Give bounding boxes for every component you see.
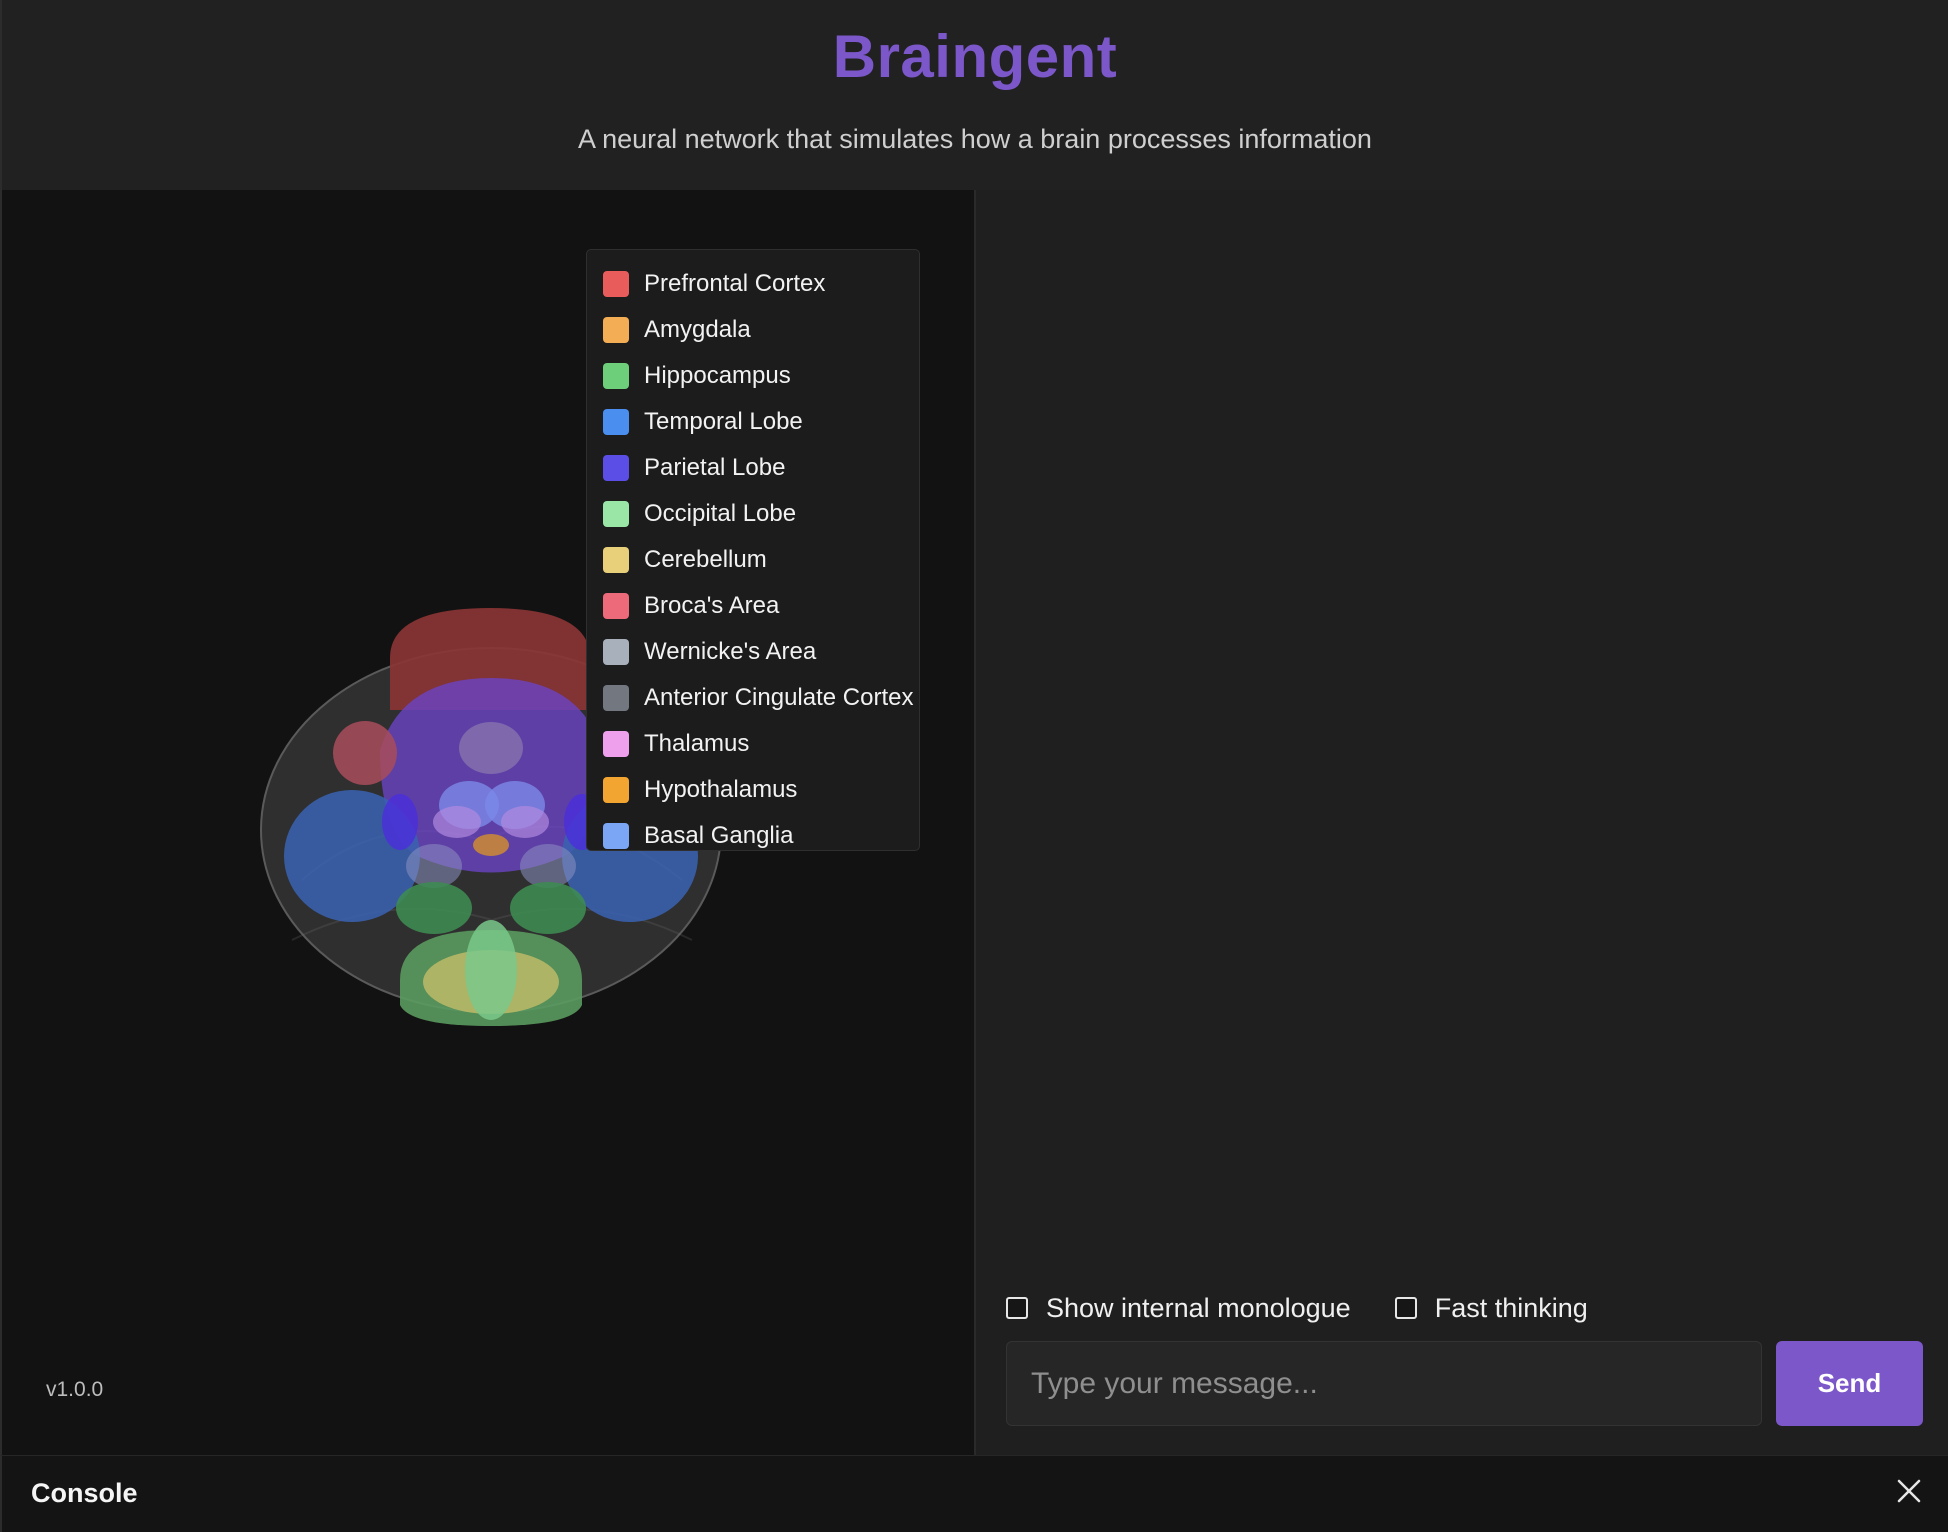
legend-swatch	[603, 501, 629, 527]
legend-item-amygdala: Amygdala	[587, 307, 919, 353]
legend-label: Cerebellum	[644, 546, 767, 573]
legend-label: Hippocampus	[644, 362, 791, 389]
legend-swatch	[603, 685, 629, 711]
fast-thinking-label[interactable]: Fast thinking	[1435, 1293, 1588, 1324]
amygdala-left-region	[406, 844, 462, 888]
app-title: Braingent	[832, 23, 1118, 90]
legend-label: Wernicke's Area	[644, 638, 817, 665]
legend-swatch	[603, 823, 629, 849]
legend-label: Parietal Lobe	[644, 454, 786, 481]
chat-panel: Show internal monologue Fast thinking Se…	[976, 190, 1948, 1455]
legend-label: Occipital Lobe	[644, 500, 797, 527]
thalamus-right-region	[501, 806, 549, 838]
legend-swatch	[603, 409, 629, 435]
legend-swatch	[603, 639, 629, 665]
legend-item-anterior-cingulate-cortex: Anterior Cingulate Cortex	[587, 675, 919, 721]
show-monologue-option[interactable]: Show internal monologue	[1006, 1293, 1351, 1324]
legend-item-occipital-lobe: Occipital Lobe	[587, 491, 919, 537]
legend-item-basal-ganglia: Basal Ganglia	[587, 813, 919, 859]
parietal-lobe-left-region	[382, 794, 418, 850]
hypothalamus-region	[473, 834, 509, 856]
anterior-cingulate-region	[459, 722, 523, 774]
legend-item-prefrontal-cortex: Prefrontal Cortex	[587, 261, 919, 307]
chat-options: Show internal monologue Fast thinking	[1006, 1288, 1588, 1328]
legend-item-hypothalamus: Hypothalamus	[587, 767, 919, 813]
thalamus-left-region	[433, 806, 481, 838]
message-input[interactable]	[1006, 1341, 1762, 1426]
hippocampus-right-region	[510, 882, 586, 934]
legend-item-wernickes-area: Wernicke's Area	[587, 629, 919, 675]
legend-item-brocas-area: Broca's Area	[587, 583, 919, 629]
legend-swatch	[603, 317, 629, 343]
legend-swatch	[603, 593, 629, 619]
legend-label: Thalamus	[644, 730, 750, 757]
close-icon[interactable]	[1892, 1474, 1926, 1508]
legend-swatch	[603, 271, 629, 297]
show-monologue-checkbox[interactable]	[1006, 1297, 1028, 1319]
console-bar: Console	[0, 1455, 1948, 1532]
hippocampus-left-region	[396, 882, 472, 934]
legend-label: Basal Ganglia	[644, 822, 794, 849]
show-monologue-label[interactable]: Show internal monologue	[1046, 1293, 1351, 1324]
legend-label: Prefrontal Cortex	[644, 270, 826, 297]
brain-visualization-panel[interactable]: Prefrontal Cortex Amygdala Hippocampus T…	[0, 190, 976, 1455]
brocas-area-region	[333, 721, 397, 785]
legend-item-cerebellum: Cerebellum	[587, 537, 919, 583]
legend-item-thalamus: Thalamus	[587, 721, 919, 767]
legend-item-parietal-lobe: Parietal Lobe	[587, 445, 919, 491]
version-label: v1.0.0	[46, 1378, 104, 1401]
legend-swatch	[603, 731, 629, 757]
legend-label: Hypothalamus	[644, 776, 798, 803]
legend-label: Broca's Area	[644, 592, 780, 619]
legend-item-hippocampus: Hippocampus	[587, 353, 919, 399]
header: Braingent A neural network that simulate…	[0, 0, 1948, 190]
brain-region-legend: Prefrontal Cortex Amygdala Hippocampus T…	[586, 249, 920, 851]
send-button[interactable]: Send	[1776, 1341, 1923, 1426]
legend-swatch	[603, 777, 629, 803]
legend-swatch	[603, 363, 629, 389]
legend-label: Anterior Cingulate Cortex	[644, 684, 914, 711]
amygdala-right-region	[520, 844, 576, 888]
legend-label: Temporal Lobe	[644, 408, 803, 435]
app-subtitle: A neural network that simulates how a br…	[578, 124, 1372, 154]
legend-item-temporal-lobe: Temporal Lobe	[587, 399, 919, 445]
app-window: Braingent A neural network that simulate…	[0, 0, 1948, 1532]
fast-thinking-option[interactable]: Fast thinking	[1394, 1293, 1588, 1324]
fast-thinking-checkbox[interactable]	[1394, 1297, 1417, 1319]
console-title: Console	[31, 1478, 138, 1508]
legend-label: Amygdala	[644, 316, 751, 343]
legend-swatch	[603, 455, 629, 481]
legend-swatch	[603, 547, 629, 573]
occipital-lobe-region	[465, 920, 517, 1020]
